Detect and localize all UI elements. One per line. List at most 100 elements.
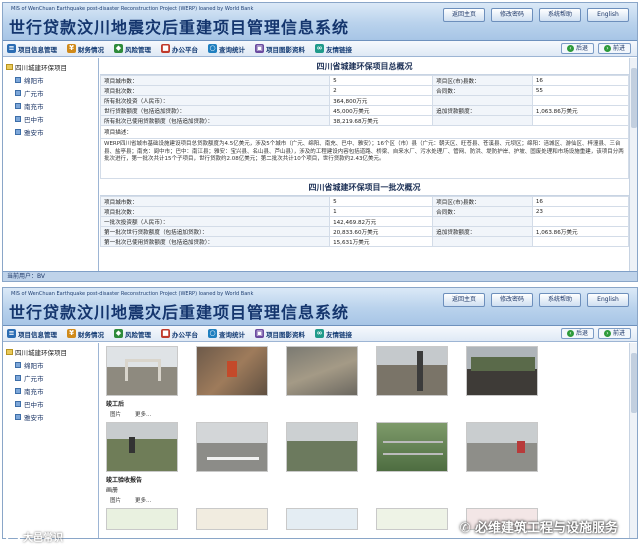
images-link[interactable]: 图片 [110,410,121,418]
tree-item-bazhong[interactable]: 巴中市 [6,114,95,124]
photo-thumbnail[interactable] [196,508,268,530]
menu-label: 项目信息管理 [18,45,57,54]
scrollbar-thumb[interactable] [631,68,637,128]
menu-project-info[interactable]: ≡ 项目信息管理 [7,329,57,339]
menu-query[interactable]: ○ 查询统计 [208,329,245,339]
tree-root-node[interactable]: 四川城建环保项目 [6,347,95,357]
menu-risk[interactable]: ◆ 风险管理 [114,44,151,54]
english-button[interactable]: English [587,293,629,307]
money-icon: ¥ [67,329,76,338]
photo-thumbnail[interactable] [466,346,538,396]
vertical-scrollbar[interactable] [629,343,637,538]
tree-item-guangyuan[interactable]: 广元市 [6,373,95,383]
watermark-right-text: 必维建筑工程与设施服务 [474,521,618,536]
node-icon [15,401,21,407]
menu-links[interactable]: ∞ 友情链接 [315,329,352,339]
photo-thumbnail[interactable] [286,346,358,396]
gallery-links: 图片 更多... [100,409,629,419]
images-link[interactable]: 图片 [110,496,121,504]
tree-item-guangyuan[interactable]: 广元市 [6,88,95,98]
photo-thumbnail[interactable] [376,422,448,472]
change-password-button[interactable]: 修改密码 [490,8,533,22]
scrollbar-thumb[interactable] [631,353,637,413]
more-link[interactable]: 更多... [135,496,151,504]
menu-office[interactable]: ■ 办公平台 [161,44,198,54]
more-link[interactable]: 更多... [135,410,151,418]
node-icon [15,90,21,96]
table-row: 所有批次投资（人民币）： 364,800万元 [100,95,629,106]
tree-item-label: 绵阳市 [24,362,44,370]
photo-thumbnail[interactable] [376,346,448,396]
tree-item-yaan[interactable]: 雅安市 [6,127,95,137]
header-buttons: 返回主页 修改密码 系统帮助 English [442,293,629,307]
home-button[interactable]: 返回主页 [442,8,485,22]
menu-risk[interactable]: ◆ 风险管理 [114,329,151,339]
folder-icon [6,64,13,70]
menu-images[interactable]: ▣ 项目图影资料 [255,44,305,54]
tree-root-node[interactable]: 四川城建环保项目 [6,62,95,72]
menu-finance[interactable]: ¥ 财务情况 [67,329,104,339]
table-cell: 45,000万美元 [329,105,434,116]
home-button[interactable]: 返回主页 [442,293,485,307]
node-icon [15,103,21,109]
back-button[interactable]: ‹ 后退 [560,43,594,54]
vertical-scrollbar[interactable] [629,58,637,271]
tree-item-nanchong[interactable]: 南充市 [6,386,95,396]
shield-icon: ◆ [114,329,123,338]
photo-thumbnail[interactable] [286,508,358,530]
table-cell: 追加贷款额度： [432,105,533,116]
back-button[interactable]: ‹ 后退 [560,328,594,339]
watermark-right: ✆ 必维建筑工程与设施服务 [460,517,618,536]
table-cell: 364,800万元 [329,95,434,106]
forward-button[interactable]: › 前进 [597,43,631,54]
menu-query[interactable]: ○ 查询统计 [208,44,245,54]
logo-icon [6,533,20,543]
tree-item-bazhong[interactable]: 巴中市 [6,399,95,409]
table-cell: 所有批次投资（人民币）： [100,95,331,106]
tree-item-mianyang[interactable]: 绵阳市 [6,360,95,370]
forward-label: 前进 [612,330,625,337]
link-icon: ∞ [315,44,324,53]
help-button[interactable]: 系统帮助 [538,293,581,307]
tree-item-mianyang[interactable]: 绵阳市 [6,75,95,85]
photo-thumbnail[interactable] [106,508,178,530]
menu-label: 办公平台 [172,45,198,54]
forward-button[interactable]: › 前进 [597,328,631,339]
photo-thumbnail[interactable] [376,508,448,530]
menu-images[interactable]: ▣ 项目图影资料 [255,329,305,339]
photo-thumbnail[interactable] [286,422,358,472]
description-label: 项目描述： [100,126,629,139]
gallery-subsection-label: 画册 [106,487,119,494]
table-cell: 项目批次数： [100,206,331,217]
menu-links[interactable]: ∞ 友情链接 [315,44,352,54]
node-icon [15,388,21,394]
table-cell: 第一批次已使用贷款额度（包括追加贷款）： [100,236,331,247]
project-gallery-window: MIS of WenChuan Earthquake post-disaster… [2,287,638,539]
menu-label: 项目图影资料 [266,45,305,54]
table-row: 第一批次已使用贷款额度（包括追加贷款）： 15,631万美元 [100,236,629,247]
table-cell: 55 [531,85,629,96]
menu-office[interactable]: ■ 办公平台 [161,329,198,339]
nav-buttons: ‹ 后退 › 前进 [560,328,631,339]
photo-thumbnail[interactable] [106,422,178,472]
tree-item-nanchong[interactable]: 南充市 [6,101,95,111]
arrow-left-icon: ‹ [566,45,574,52]
photo-thumbnail[interactable] [196,422,268,472]
photo-thumbnail[interactable] [106,346,178,396]
batch1-title: 四川省城建环保项目一批次概况 [100,179,629,196]
document-icon: ≡ [7,44,16,53]
back-label: 后退 [575,45,588,52]
photo-thumbnail[interactable] [466,422,538,472]
english-button[interactable]: English [587,8,629,22]
help-button[interactable]: 系统帮助 [538,8,581,22]
menu-project-info[interactable]: ≡ 项目信息管理 [7,44,57,54]
tree-item-yaan[interactable]: 雅安市 [6,412,95,422]
table-row: 所有批次已使用贷款额度（包括追加贷款）： 38,219.68万美元 [100,115,629,126]
table-row: 一批次投资额（人民币）： 142,469.82万元 [100,216,629,227]
photo-thumbnail[interactable] [196,346,268,396]
change-password-button[interactable]: 修改密码 [490,293,533,307]
menu-finance[interactable]: ¥ 财务情况 [67,44,104,54]
table-cell [531,216,629,227]
menu-label: 办公平台 [172,330,198,339]
tree-item-label: 巴中市 [24,401,44,409]
